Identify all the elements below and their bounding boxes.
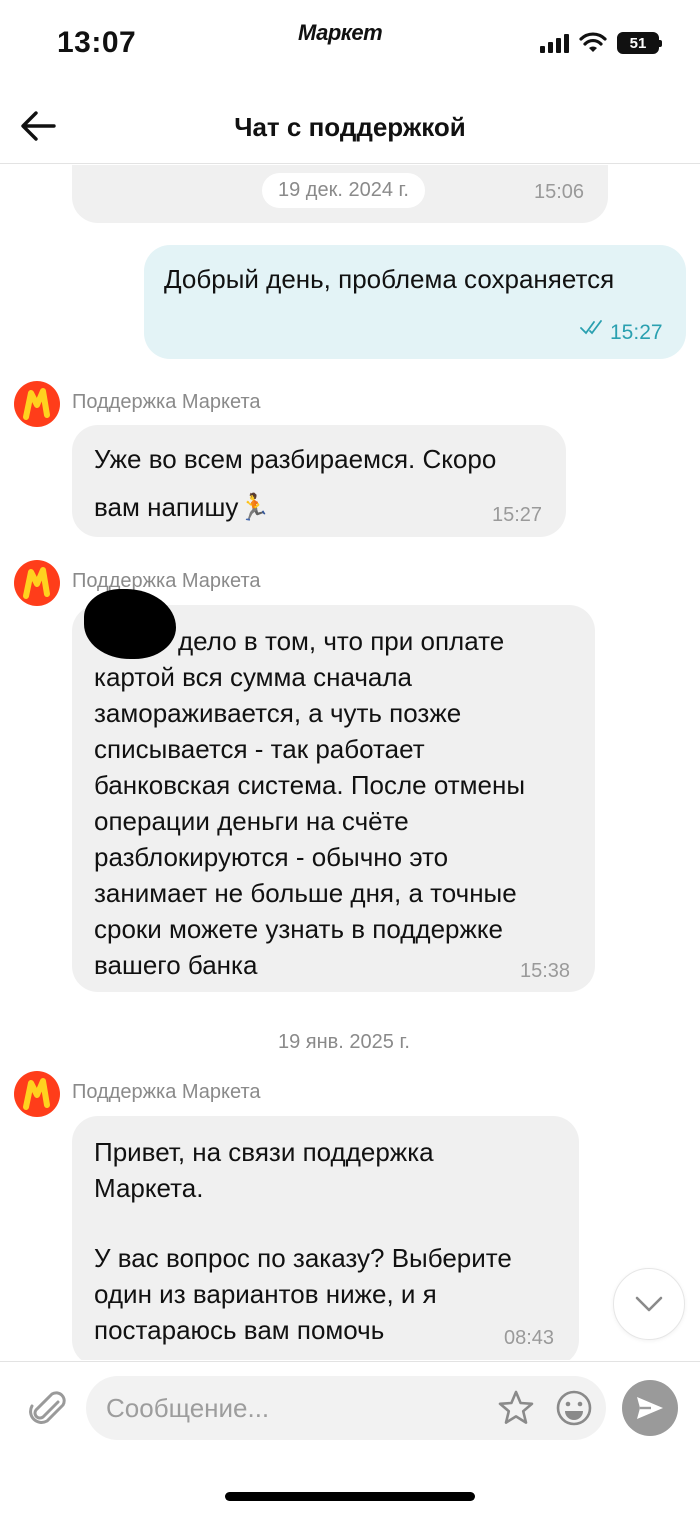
wifi-icon	[579, 32, 607, 52]
message-time: 15:27	[610, 321, 663, 344]
status-time: 13:07	[57, 26, 137, 59]
message-time: 15:38	[520, 960, 571, 982]
message-line: сроки можете узнать в поддержке	[94, 914, 504, 944]
message-time: 15:06	[534, 181, 585, 203]
status-brand: Маркет	[298, 20, 383, 45]
status-bar: 13:07 Маркет 51	[0, 0, 700, 90]
market-logo-icon	[23, 1078, 50, 1110]
outgoing-message[interactable]: Добрый день, проблема сохраняется 15:27	[144, 245, 686, 359]
chat-messages[interactable]: 19 дек. 2024 г. 15:06 Добрый день, пробл…	[0, 165, 700, 1360]
sender-name: Поддержка Маркета	[72, 570, 261, 592]
sender-name: Поддержка Маркета	[72, 391, 261, 413]
message-line: вашего банка	[94, 950, 258, 980]
message-line: вам напишу🏃	[94, 492, 271, 522]
avatar	[14, 1071, 60, 1117]
message-line: Уже во всем разбираемся. Скоро	[94, 444, 497, 474]
emoji-icon	[556, 1390, 592, 1426]
star-icon	[498, 1390, 534, 1424]
send-icon	[637, 1397, 663, 1419]
paperclip-icon	[29, 1391, 66, 1424]
battery-level: 51	[629, 34, 647, 52]
emoji-button[interactable]	[554, 1388, 594, 1428]
battery-icon: 51	[617, 32, 662, 54]
message-line: дело в том, что при оплате	[178, 626, 505, 656]
market-logo-icon	[23, 567, 50, 599]
attach-button[interactable]	[28, 1386, 68, 1430]
scroll-down-button[interactable]	[613, 1268, 685, 1340]
double-check-icon	[580, 320, 602, 335]
redacted-area	[84, 589, 176, 659]
message-time: 15:27	[492, 504, 543, 526]
home-indicator[interactable]	[225, 1492, 475, 1501]
incoming-message[interactable]: дело в том, что при оплате картой вся су…	[72, 605, 595, 992]
date-separator: 19 дек. 2024 г.	[262, 173, 425, 208]
avatar	[14, 560, 60, 606]
date-separator: 19 янв. 2025 г.	[278, 1031, 410, 1053]
message-line: операции деньги на счёте	[94, 806, 409, 836]
message-line: Привет, на связи поддержка	[94, 1137, 434, 1167]
message-line: замораживается, а чуть позже	[94, 698, 462, 728]
send-button[interactable]	[622, 1380, 678, 1436]
signal-icon	[540, 33, 569, 53]
favorite-button[interactable]	[496, 1388, 536, 1428]
incoming-message[interactable]: Привет, на связи поддержка Маркета. У ва…	[72, 1116, 579, 1360]
chevron-down-icon	[635, 1296, 663, 1312]
message-input[interactable]	[106, 1376, 486, 1440]
message-line: Маркета.	[94, 1173, 204, 1203]
message-line: занимает не больше дня, а точные	[94, 878, 517, 908]
message-line: У вас вопрос по заказу? Выберите	[94, 1243, 512, 1273]
message-field	[86, 1376, 606, 1440]
message-line: разблокируются - обычно это	[94, 842, 449, 872]
status-icons: 51	[540, 32, 662, 54]
sender-name: Поддержка Маркета	[72, 1081, 261, 1103]
message-composer	[0, 1361, 700, 1451]
page-title: Чат с поддержкой	[234, 112, 466, 142]
message-time: 08:43	[504, 1327, 555, 1349]
market-logo-icon	[23, 388, 50, 420]
message-text: Добрый день, проблема сохраняется	[164, 264, 615, 294]
message-line: один из вариантов ниже, и я	[94, 1279, 437, 1309]
incoming-message[interactable]: Уже во всем разбираемся. Скоро вам напиш…	[72, 425, 566, 537]
message-line: списывается - так работает	[94, 734, 425, 764]
message-line: банковская система. После отмены	[94, 770, 526, 800]
message-line: постараюсь вам помочь	[94, 1315, 385, 1345]
chat-header: Чат с поддержкой	[0, 90, 700, 164]
message-line: картой вся сумма сначала	[94, 662, 412, 692]
avatar	[14, 381, 60, 427]
